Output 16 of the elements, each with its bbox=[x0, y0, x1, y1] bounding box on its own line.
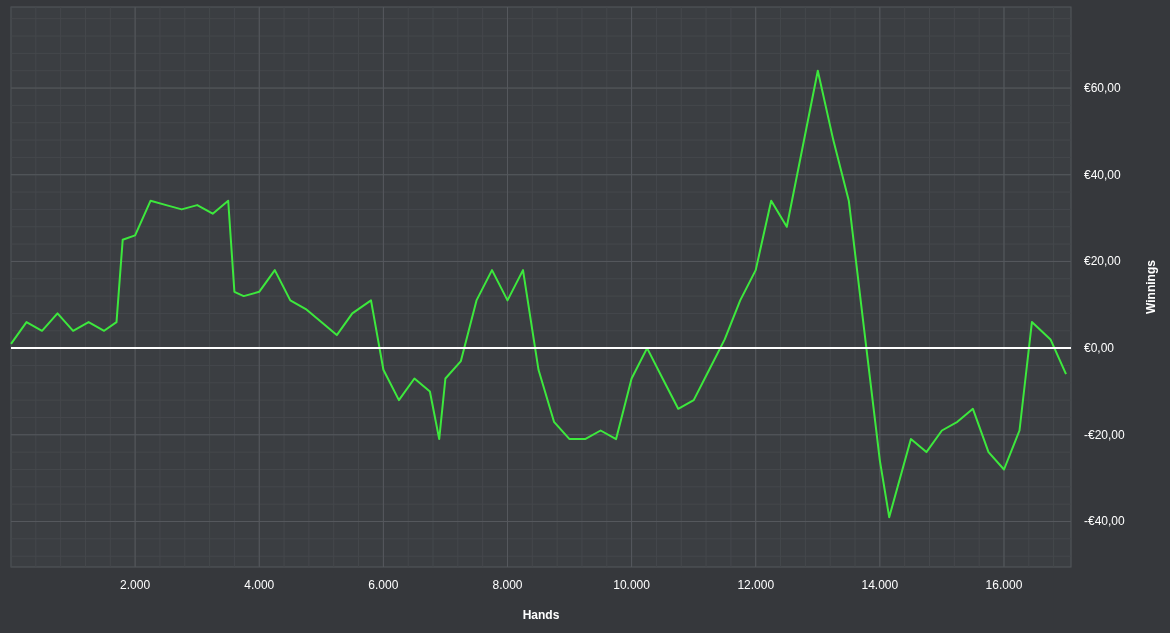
tick-label: €40,00 bbox=[1084, 167, 1121, 182]
tick-label: 8.000 bbox=[492, 578, 523, 592]
axis-title: Winnings bbox=[1144, 260, 1158, 314]
tick-label: 16.000 bbox=[985, 578, 1023, 592]
tick-label: 12.000 bbox=[737, 578, 775, 592]
axis-title: Hands bbox=[522, 608, 560, 622]
tick-label: 2.000 bbox=[120, 578, 151, 592]
tick-label: 6.000 bbox=[368, 578, 399, 592]
tick-label: €20,00 bbox=[1084, 254, 1121, 269]
tick-label: 14.000 bbox=[861, 578, 899, 592]
tick-label: €60,00 bbox=[1084, 81, 1121, 96]
tick-label: 4.000 bbox=[244, 578, 275, 592]
tick-label: -€40,00 bbox=[1084, 514, 1125, 529]
tick-label: 10.000 bbox=[613, 578, 650, 592]
tick-label: €0,00 bbox=[1084, 341, 1115, 356]
tick-label: -€20,00 bbox=[1084, 427, 1125, 442]
